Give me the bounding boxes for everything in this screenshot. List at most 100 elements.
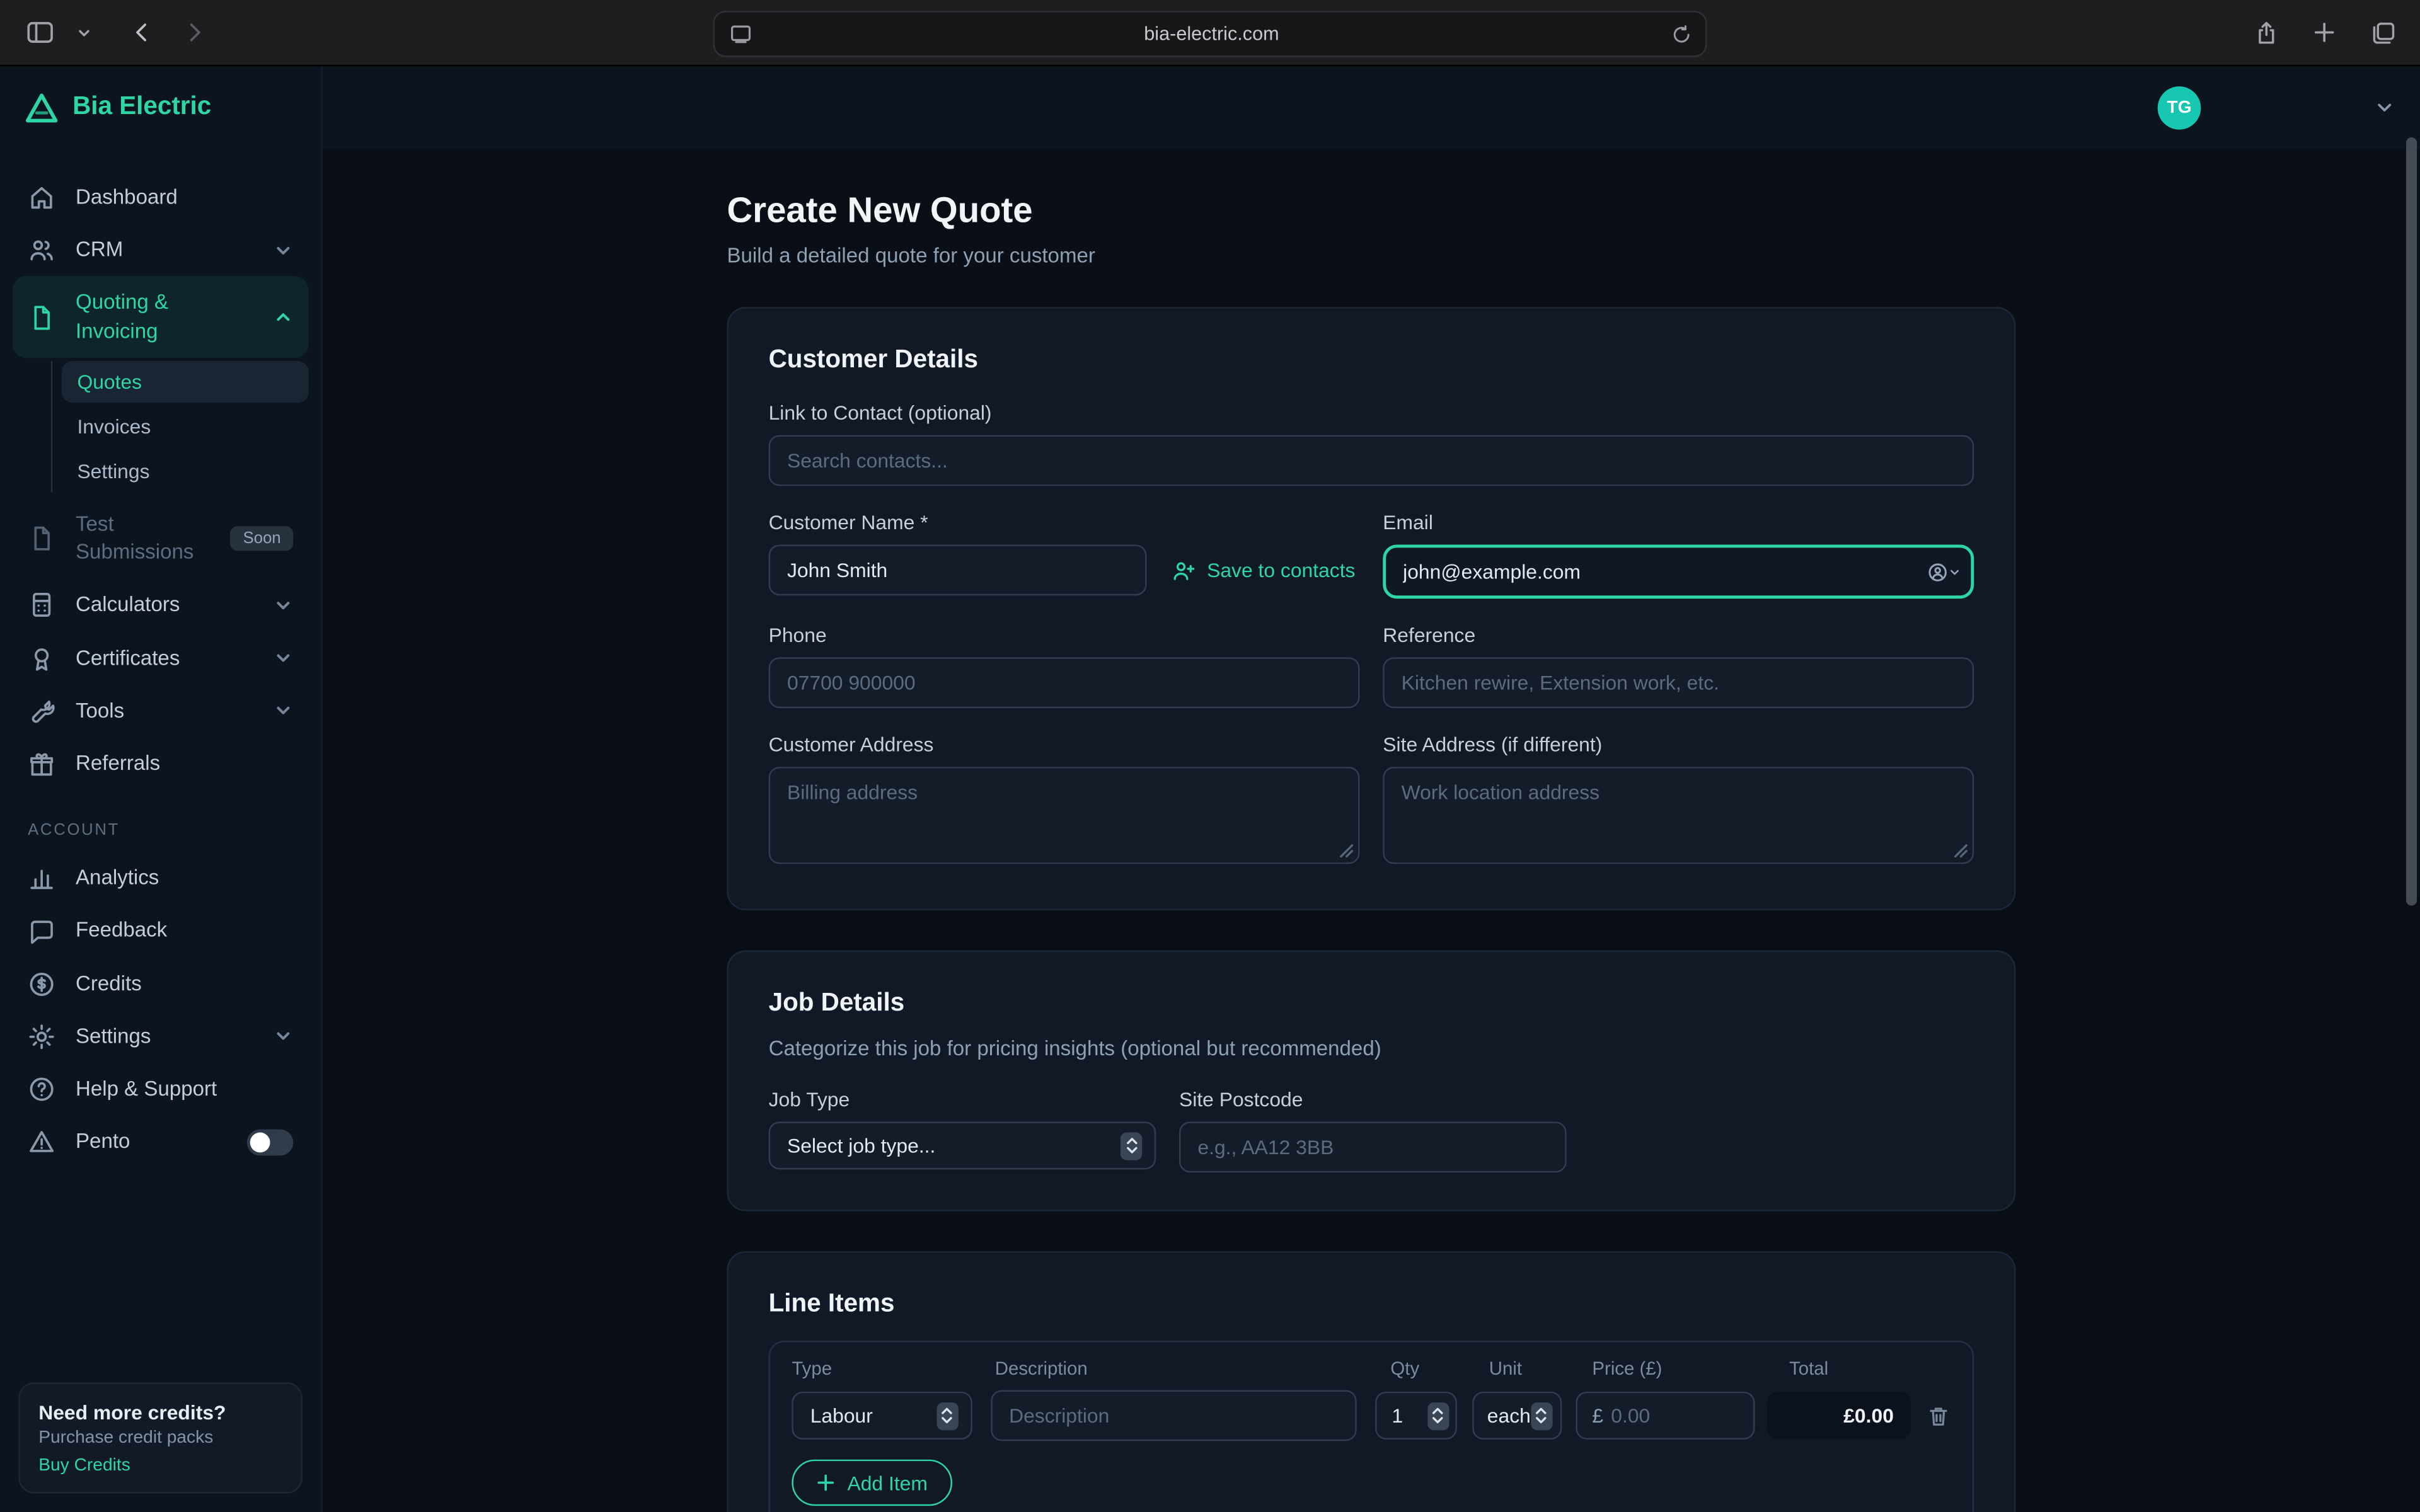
col-qty: Qty: [1390, 1358, 1473, 1379]
pento-toggle[interactable]: [247, 1129, 293, 1155]
item-unit-select[interactable]: each: [1472, 1392, 1561, 1440]
sidebar-item-quotes[interactable]: Quotes: [62, 361, 309, 403]
sidebar-item-referrals[interactable]: Referrals: [13, 738, 309, 791]
back-button[interactable]: [124, 14, 161, 51]
analytics-icon: [28, 864, 55, 892]
sidebar-item-feedback[interactable]: Feedback: [13, 905, 309, 958]
url-bar[interactable]: bia-electric.com: [713, 11, 1707, 57]
credits-promo-card: Need more credits? Purchase credit packs…: [18, 1382, 302, 1493]
site-address-textarea[interactable]: [1383, 767, 1974, 864]
gear-icon: [28, 1023, 55, 1051]
help-icon: [28, 1075, 55, 1103]
job-details-card: Job Details Categorize this job for pric…: [727, 951, 2015, 1211]
main-content: Create New Quote Build a detailed quote …: [323, 150, 2420, 1512]
customer-address-label: Customer Address: [769, 733, 1360, 756]
sidebar-item-tools[interactable]: Tools: [13, 685, 309, 738]
sidebar: Bia Electric Dashboard CRM Quoting & Inv…: [0, 66, 323, 1512]
line-items-header-row: Type Description Qty Unit Price (£) Tota…: [792, 1358, 1950, 1379]
email-label: Email: [1383, 511, 1974, 534]
sidebar-item-crm[interactable]: CRM: [13, 224, 309, 277]
sidebar-item-pento[interactable]: Pento: [13, 1116, 309, 1169]
forward-button[interactable]: [176, 14, 213, 51]
item-description-input[interactable]: [991, 1390, 1356, 1441]
sidebar-item-quoting-settings[interactable]: Settings: [62, 450, 309, 492]
job-details-heading: Job Details: [769, 989, 1974, 1019]
col-unit: Unit: [1489, 1358, 1579, 1379]
item-qty-input[interactable]: 1: [1375, 1392, 1456, 1440]
brand[interactable]: Bia Electric: [0, 66, 321, 148]
item-price-input[interactable]: £ 0.00: [1575, 1392, 1755, 1440]
file-icon: [28, 304, 55, 331]
sidebar-item-credits[interactable]: Credits: [13, 958, 309, 1011]
wrench-icon: [28, 697, 55, 725]
new-tab-icon[interactable]: [2306, 14, 2343, 51]
gift-icon: [28, 750, 55, 777]
users-icon: [28, 236, 55, 264]
buy-credits-link[interactable]: Buy Credits: [38, 1457, 282, 1475]
credits-icon: [28, 970, 55, 998]
phone-label: Phone: [769, 623, 1360, 646]
job-details-subtitle: Categorize this job for pricing insights…: [769, 1037, 1974, 1060]
avatar[interactable]: TG: [2158, 86, 2201, 130]
delete-item-icon[interactable]: [1926, 1403, 1950, 1428]
toggle-knob: [250, 1132, 270, 1152]
sidebar-item-quoting-invoicing[interactable]: Quoting & Invoicing: [13, 277, 309, 357]
sidebar-toggle-icon[interactable]: [21, 14, 59, 51]
plus-icon: [817, 1474, 835, 1492]
chevron-down-icon: [273, 241, 293, 261]
tab-overview-icon[interactable]: [2365, 14, 2402, 51]
sidebar-item-calculators[interactable]: Calculators: [13, 579, 309, 632]
chevron-down-icon: [273, 1027, 293, 1047]
certificate-icon: [28, 644, 55, 672]
header-chevron-down-icon[interactable]: [2374, 97, 2395, 118]
url-text[interactable]: bia-electric.com: [752, 23, 1672, 45]
sidebar-item-certificates[interactable]: Certificates: [13, 632, 309, 685]
email-input[interactable]: [1383, 544, 1974, 598]
chevron-down-icon: [273, 648, 293, 668]
customer-name-input[interactable]: [769, 544, 1147, 595]
reload-icon[interactable]: [1671, 24, 1691, 44]
share-icon[interactable]: [2247, 14, 2285, 51]
job-type-select[interactable]: Select job type...: [769, 1121, 1156, 1169]
contact-search-input[interactable]: [769, 435, 1974, 486]
sidebar-menu-chevron-icon[interactable]: [74, 14, 93, 51]
customer-details-heading: Customer Details: [769, 346, 1974, 375]
site-postcode-input[interactable]: [1179, 1121, 1567, 1172]
select-stepper-icon: [1531, 1402, 1552, 1429]
line-items-heading: Line Items: [769, 1290, 1974, 1319]
sidebar-item-test-submissions[interactable]: Test Submissions Soon: [13, 498, 309, 579]
sidebar-item-settings[interactable]: Settings: [13, 1011, 309, 1063]
autofill-contact-icon[interactable]: [1928, 561, 1960, 581]
credits-card-title: Need more credits?: [38, 1401, 282, 1424]
warning-icon: [28, 1128, 55, 1156]
line-items-table: Type Description Qty Unit Price (£) Tota…: [769, 1341, 1974, 1512]
sidebar-item-dashboard[interactable]: Dashboard: [13, 171, 309, 224]
select-stepper-icon: [936, 1402, 958, 1429]
job-type-label: Job Type: [769, 1088, 1156, 1111]
add-item-button[interactable]: Add Item: [792, 1460, 952, 1506]
sidebar-item-invoices[interactable]: Invoices: [62, 406, 309, 447]
sidebar-item-help-support[interactable]: Help & Support: [13, 1063, 309, 1116]
phone-input[interactable]: [769, 657, 1360, 708]
customer-address-textarea[interactable]: [769, 767, 1360, 864]
line-item-row: Labour 1: [792, 1390, 1950, 1441]
customer-name-label: Customer Name *: [769, 511, 1360, 534]
account-section-label: ACCOUNT: [28, 821, 293, 839]
app-window: bia-electric.com: [0, 0, 2420, 1512]
col-type: Type: [792, 1358, 976, 1379]
item-type-select[interactable]: Labour: [792, 1392, 972, 1440]
brand-name: Bia Electric: [72, 93, 211, 122]
save-to-contacts-link[interactable]: Save to contacts: [1172, 558, 1356, 582]
page-title: Create New Quote: [727, 190, 2015, 231]
page-settings-icon[interactable]: [730, 23, 751, 45]
select-stepper-icon: [1121, 1131, 1142, 1159]
col-description: Description: [995, 1358, 1372, 1379]
resize-grip-icon[interactable]: [1340, 838, 1354, 866]
sidebar-item-analytics[interactable]: Analytics: [13, 852, 309, 905]
page-subtitle: Build a detailed quote for your customer: [727, 244, 2015, 267]
line-items-card: Line Items Type Description Qty Unit Pri…: [727, 1251, 2015, 1512]
resize-grip-icon[interactable]: [1954, 838, 1968, 866]
number-stepper-icon[interactable]: [1427, 1402, 1448, 1429]
reference-input[interactable]: [1383, 657, 1974, 708]
scrollbar-thumb[interactable]: [2406, 137, 2417, 906]
